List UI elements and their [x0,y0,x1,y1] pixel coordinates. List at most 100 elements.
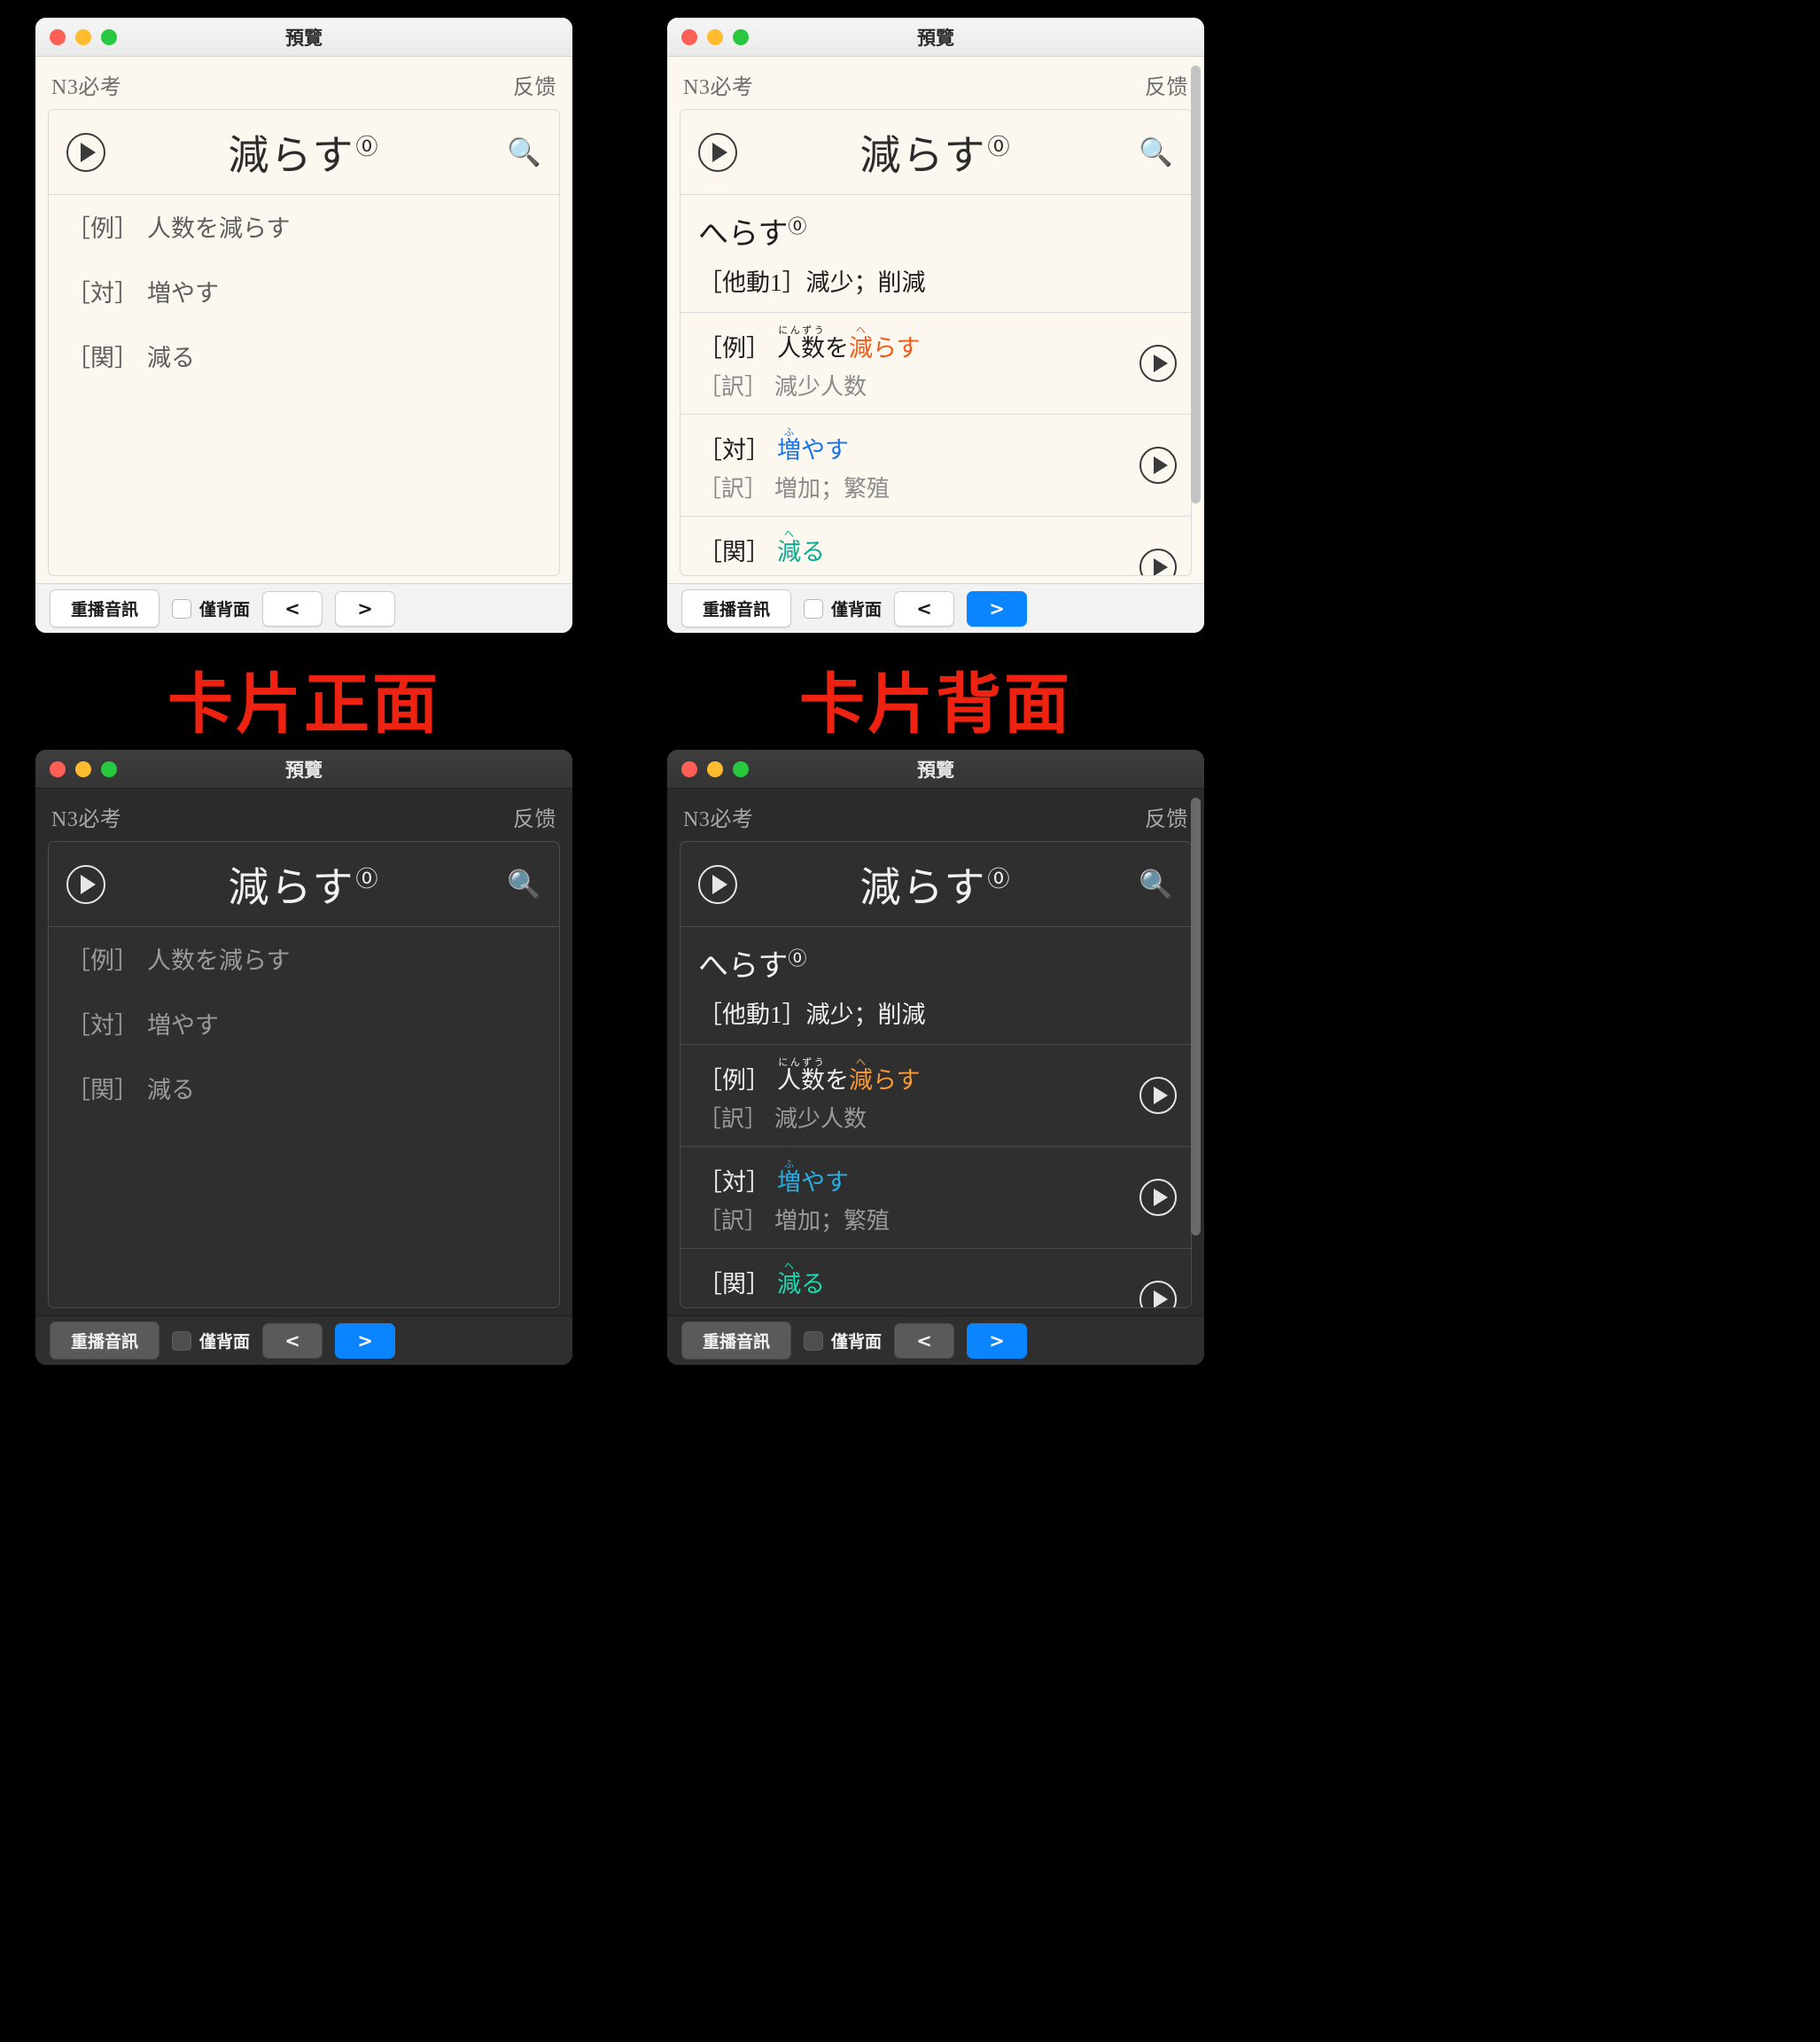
prev-card-button[interactable]: < [262,590,323,627]
headword-text: 減らす [228,864,355,910]
bottom-toolbar: 重播音訊 僅背面 < > [667,1315,1204,1365]
definition-section: へらす⓪ ［他動1］減少；削減 [681,195,1191,313]
play-icon[interactable] [1139,1281,1177,1307]
entry-translation: ［訳］ 減少人数 [698,1101,1129,1134]
entry-antonym: ［対］ 増ふやす ［訳］ 増加；繁殖 [681,415,1191,518]
close-icon[interactable] [681,760,697,777]
close-icon[interactable] [50,28,66,45]
headword-row: 減らす⓪ 🔍 [49,842,559,927]
reading-line: へらす⓪ [698,209,1173,253]
close-icon[interactable] [50,760,66,777]
play-icon[interactable] [1139,549,1177,575]
maximize-icon[interactable] [101,28,117,45]
minimize-icon[interactable] [707,760,723,777]
front-line-tag: ［対］ [66,1012,138,1039]
replay-audio-button[interactable]: 重播音訊 [50,1321,159,1360]
minimize-icon[interactable] [707,28,723,45]
entry-translation: ［訳］ 増加；繁殖 [698,471,1129,503]
front-line-tag: ［関］ [66,345,138,371]
minimize-icon[interactable] [75,28,91,45]
maximize-icon[interactable] [733,28,749,45]
entry-tag: ［例］ [698,1067,770,1094]
headword: 減らす⓪ [737,123,1134,182]
headword: 減らす⓪ [105,855,502,914]
next-card-button[interactable]: > [335,1322,396,1359]
caption-card-back: 卡片背面 [799,666,1072,743]
back-only-checkbox[interactable]: 僅背面 [804,1329,882,1352]
play-icon[interactable] [1139,447,1177,485]
titlebar[interactable]: 預覽 [667,18,1204,57]
minimize-icon[interactable] [75,760,91,777]
feedback-link[interactable]: 反馈 [1145,801,1188,832]
feedback-link[interactable]: 反馈 [513,801,556,832]
feedback-link[interactable]: 反馈 [513,69,556,100]
play-icon[interactable] [66,132,105,172]
flashcard-front: 減らす⓪ 🔍 ［例］ 人数を減らす ［対］ 増やす ［関］ 減る [48,841,560,1308]
maximize-icon[interactable] [733,760,749,777]
window-card-front-dark[interactable]: 預覽 N3必考 反馈 減らす⓪ 🔍 ［例］ 人数を減らす ［対］ 増やす ［関］ 減る [35,750,572,1365]
play-icon[interactable] [1139,1179,1177,1217]
front-card-body: ［例］ 人数を減らす ［対］ 増やす ［関］ 減る [49,927,559,1307]
entry-ruby-text: 減へる [777,529,825,566]
search-icon[interactable]: 🔍 [1134,870,1173,898]
checkbox-box[interactable] [172,1330,191,1351]
entry-line: ［関］ 減へる [698,1261,1129,1298]
back-only-label: 僅背面 [831,600,883,620]
play-icon[interactable] [698,864,737,904]
titlebar[interactable]: 預覽 [35,750,572,789]
back-only-checkbox[interactable]: 僅背面 [804,596,882,620]
feedback-link[interactable]: 反馈 [1145,69,1188,100]
scrollbar-thumb[interactable] [1191,66,1201,503]
replay-audio-button[interactable]: 重播音訊 [681,589,791,627]
window-content: N3必考 反馈 減らす⓪ 🔍 へらす⓪ ［他動1］減少；削減 ［例］ 人数にんず… [667,57,1204,583]
next-card-button[interactable]: > [967,590,1028,627]
prev-card-button[interactable]: < [894,590,955,627]
checkbox-box[interactable] [804,1330,823,1351]
back-card-body: へらす⓪ ［他動1］減少；削減 ［例］ 人数にんずうを減へらす ［訳］減少人数 [681,195,1191,575]
entry-translation: ［訳］《自动词》減少 [698,1305,1129,1307]
play-icon[interactable] [698,132,737,172]
search-icon[interactable]: 🔍 [502,138,541,166]
window-card-back-light[interactable]: 預覽 N3必考 反馈 減らす⓪ 🔍 へらす⓪ ［他動1］減少；削減 ［例］ 人数… [667,18,1204,633]
traffic-lights[interactable] [667,760,749,777]
entry-tag: ［関］ [698,1271,770,1298]
traffic-lights[interactable] [667,28,749,45]
traffic-lights[interactable] [35,760,117,777]
prev-card-button[interactable]: < [262,1322,323,1359]
play-icon[interactable] [1139,1077,1177,1115]
replay-audio-button[interactable]: 重播音訊 [50,589,159,627]
traffic-lights[interactable] [35,28,117,45]
vertical-scrollbar[interactable] [1190,66,1202,574]
next-card-button[interactable]: > [335,590,396,627]
vertical-scrollbar[interactable] [1190,798,1202,1306]
reading-line: へらす⓪ [698,941,1173,985]
window-card-back-dark[interactable]: 預覽 N3必考 反馈 減らす⓪ 🔍 へらす⓪ ［他動1］減少；削減 ［例］ 人数… [667,750,1204,1365]
prev-card-button[interactable]: < [894,1322,955,1359]
back-only-checkbox[interactable]: 僅背面 [172,1329,250,1352]
replay-audio-button[interactable]: 重播音訊 [681,1321,791,1360]
titlebar[interactable]: 預覽 [667,750,1204,789]
titlebar[interactable]: 預覽 [35,18,572,57]
entry-example: ［例］ 人数にんずうを減へらす ［訳］ 減少人数 [681,313,1191,416]
scrollbar-thumb[interactable] [1191,798,1201,1235]
next-card-button[interactable]: > [967,1322,1028,1359]
play-icon[interactable] [1139,345,1177,383]
search-icon[interactable]: 🔍 [502,870,541,898]
search-icon[interactable]: 🔍 [1134,138,1173,166]
close-icon[interactable] [681,28,697,45]
back-only-checkbox[interactable]: 僅背面 [172,596,250,620]
maximize-icon[interactable] [101,760,117,777]
window-card-front-light[interactable]: 預覽 N3必考 反馈 減らす⓪ 🔍 ［例］ 人数を減らす ［対］ 増やす ［関］ 減る [35,18,572,633]
front-line-tag: ［関］ [66,1077,138,1103]
translation-text: 増加；繁殖 [774,1208,891,1235]
back-card-body: へらす⓪ ［他動1］減少；削減 ［例］ 人数にんずうを減へらす ［訳］減少人数 [681,927,1191,1307]
reading-accent: ⓪ [788,215,807,238]
checkbox-box[interactable] [172,598,191,619]
window-content: N3必考 反馈 減らす⓪ 🔍 ［例］ 人数を減らす ［対］ 増やす ［関］ 減る [35,789,572,1315]
bottom-toolbar: 重播音訊 僅背面 < > [667,583,1204,633]
play-icon[interactable] [66,864,105,904]
entry-translation: ［訳］ 増加；繁殖 [698,1203,1129,1235]
entry-tag: ［関］ [698,539,770,566]
headword-text: 減らす [859,132,987,178]
checkbox-box[interactable] [804,598,823,619]
